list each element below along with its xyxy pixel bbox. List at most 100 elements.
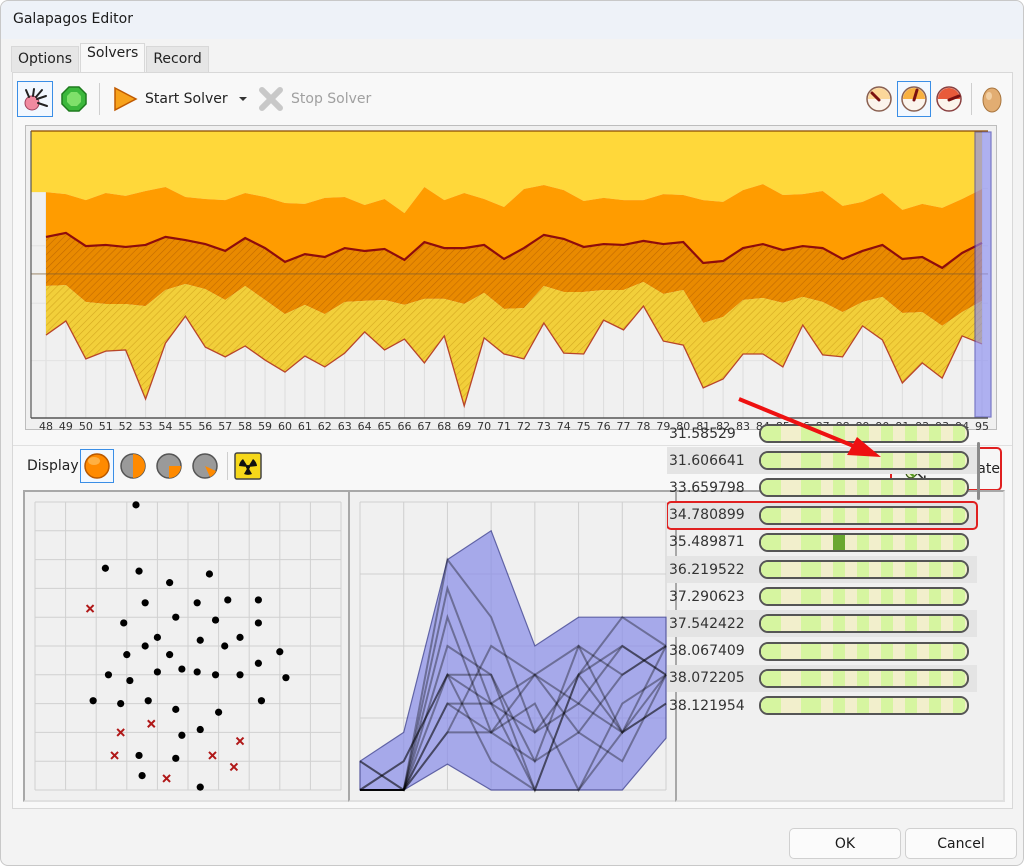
gene-segment <box>821 534 833 550</box>
tab-options[interactable]: Options <box>11 46 80 72</box>
gene-segment <box>893 507 905 523</box>
genome-row[interactable]: 31.606641 <box>667 447 977 475</box>
stop-solver-button[interactable]: Stop Solver <box>257 81 371 117</box>
x-tick-label: 64 <box>358 420 372 431</box>
gene-segment <box>761 643 781 659</box>
gene-segment <box>801 480 821 496</box>
gene-segment <box>761 562 781 577</box>
annealing-solver-button[interactable] <box>57 81 91 117</box>
gene-segment <box>905 480 917 496</box>
ok-button[interactable]: OK <box>789 828 901 859</box>
gene-segment <box>833 643 845 659</box>
gene-segment <box>821 698 833 713</box>
gene-segment <box>857 670 869 686</box>
fitness-history-chart[interactable]: 48 49 50 51 52 53 54 55 56 57 58 59 60 61 62 63 64 65 66 67… <box>25 125 997 433</box>
gene-segment <box>845 453 857 469</box>
parallel-coordinates-panel[interactable] <box>348 490 678 802</box>
gene-segment <box>857 616 869 632</box>
genome-point <box>236 671 244 679</box>
gene-segment <box>821 643 833 659</box>
fitness-history-svg: 48 49 50 51 52 53 54 55 56 57 58 59 60 61 62 63 64 65 66 67… <box>30 130 992 433</box>
egg-button[interactable] <box>977 81 1007 117</box>
x-tick-label: 56 <box>198 420 212 431</box>
gene-segment <box>857 534 869 550</box>
evolutionary-solver-button[interactable] <box>17 81 53 117</box>
genome-row[interactable]: 36.219522 <box>667 556 977 583</box>
speed-medium-button[interactable] <box>897 81 931 117</box>
gene-segment <box>845 426 857 441</box>
x-tick-label: 51 <box>99 420 113 431</box>
genome-point <box>172 754 180 762</box>
display-mode-quarter-button[interactable] <box>152 449 186 483</box>
gene-segment <box>781 616 801 632</box>
genome-point <box>172 613 180 621</box>
genome-row[interactable]: 31.58529 <box>667 420 977 447</box>
gene-segment <box>881 507 893 523</box>
gene-segment <box>857 426 869 441</box>
genome-list-scrollbar[interactable] <box>977 442 980 500</box>
genome-row[interactable]: 34.780899 <box>667 500 978 530</box>
selected-generation-marker <box>974 131 992 418</box>
genome-point <box>196 636 204 644</box>
gene-segment <box>869 643 881 659</box>
gene-segment <box>893 589 905 605</box>
gene-segment <box>905 698 917 713</box>
slow-gauge-icon <box>866 86 892 112</box>
gene-segment <box>869 616 881 632</box>
radiation-button[interactable] <box>231 449 265 483</box>
genome-row[interactable]: 38.072205 <box>667 664 977 692</box>
tab-record[interactable]: Record <box>146 46 209 72</box>
gene-segment <box>761 670 781 686</box>
gene-segment <box>833 670 845 686</box>
gene-segment <box>941 698 953 713</box>
gene-segment <box>845 643 857 659</box>
gene-segment <box>821 480 833 496</box>
x-tick-label: 58 <box>238 420 252 431</box>
genome-fitness: 37.290623 <box>669 588 745 605</box>
x-tick-label: 69 <box>457 420 471 431</box>
chevron-down-icon[interactable] <box>236 92 250 106</box>
gene-segment <box>905 453 917 469</box>
toolbar-separator <box>99 83 100 115</box>
genome-point <box>282 674 290 682</box>
gene-segment <box>917 453 929 469</box>
genome-point <box>196 725 204 734</box>
gene-segment <box>761 507 781 523</box>
genome-row[interactable]: 37.290623 <box>667 583 977 610</box>
gene-segment <box>869 507 881 523</box>
gene-segment <box>917 480 929 496</box>
gene-segment <box>781 453 801 469</box>
speed-slow-button[interactable] <box>863 81 895 117</box>
gene-segment <box>801 698 821 713</box>
genome-point <box>166 579 174 587</box>
genome-row[interactable]: 35.489871 <box>667 529 977 556</box>
start-solver-button[interactable]: Start Solver <box>111 81 250 117</box>
genome-row[interactable]: 38.067409 <box>667 638 977 665</box>
display-mode-eighth-button[interactable] <box>188 449 222 483</box>
gene-segment <box>781 670 801 686</box>
tab-solvers[interactable]: Solvers <box>80 43 146 72</box>
rejected-genome-marker <box>110 751 119 760</box>
gene-segment <box>893 453 905 469</box>
cancel-button[interactable]: Cancel <box>905 828 1017 859</box>
display-mode-full-button[interactable] <box>80 449 114 483</box>
gene-segment <box>781 507 801 523</box>
gene-segment <box>881 480 893 496</box>
genome-point <box>257 697 266 705</box>
x-tick-label: 49 <box>59 420 73 431</box>
display-mode-half-button[interactable] <box>116 449 150 483</box>
genome-point <box>135 751 143 760</box>
gene-segment <box>821 426 833 441</box>
gene-segment <box>869 534 881 550</box>
genome-point <box>211 671 220 679</box>
genome-row[interactable]: 37.542422 <box>667 610 977 638</box>
title-bar: Galapagos Editor <box>1 1 1023 39</box>
genome-map-panel[interactable] <box>23 490 350 802</box>
genome-row[interactable]: 33.659798 <box>667 474 977 501</box>
speed-fast-button[interactable] <box>933 81 965 117</box>
gene-segment <box>953 426 965 441</box>
tab-strip: Options Solvers Record <box>11 43 210 72</box>
gene-segment <box>833 562 845 577</box>
genome-row[interactable]: 38.121954 <box>667 692 977 719</box>
gene-segment <box>857 453 869 469</box>
